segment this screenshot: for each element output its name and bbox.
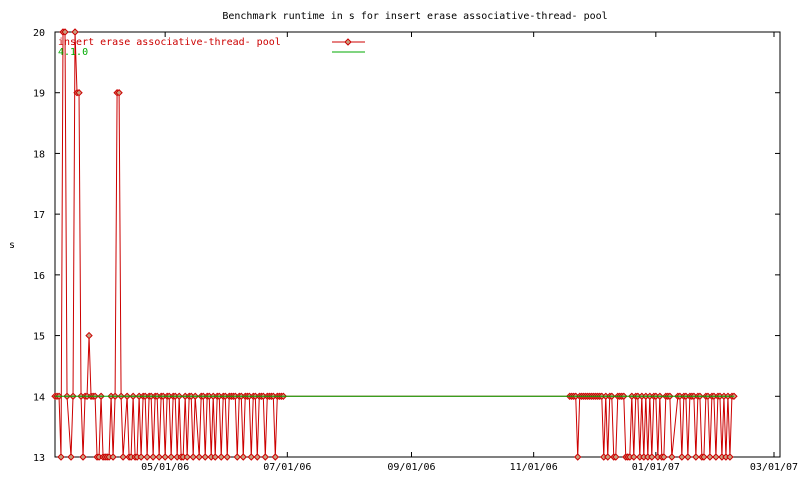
data-point — [57, 453, 65, 461]
data-point — [261, 453, 269, 461]
x-tick-label: 05/01/06 — [141, 462, 189, 473]
y-tick-label: 14 — [33, 392, 45, 403]
y-tick-label: 19 — [33, 89, 45, 100]
data-point — [201, 453, 209, 461]
data-point — [668, 453, 676, 461]
y-tick-label: 16 — [33, 271, 45, 282]
chart-canvas: Benchmark runtime in s for insert erase … — [9, 11, 798, 473]
data-point — [271, 453, 280, 461]
data-point — [253, 453, 261, 461]
data-point — [119, 453, 127, 461]
data-point — [712, 453, 720, 461]
chart-title: Benchmark runtime in s for insert erase … — [222, 11, 607, 22]
data-point — [79, 453, 87, 461]
benchmark-chart: Benchmark runtime in s for insert erase … — [0, 0, 800, 480]
x-tick-label: 11/01/06 — [510, 462, 558, 473]
y-tick-label: 20 — [33, 28, 45, 39]
data-point — [85, 331, 93, 340]
x-tick-label: 03/01/07 — [750, 462, 798, 473]
data-point — [109, 453, 117, 461]
legend-label-1: 4.1.0 — [58, 47, 88, 58]
y-tick-label: 17 — [33, 210, 45, 221]
data-point — [726, 453, 734, 461]
data-point — [604, 453, 612, 461]
data-point — [648, 453, 656, 461]
data-point — [71, 28, 79, 36]
data-point — [161, 453, 169, 461]
data-point — [223, 453, 231, 461]
data-point — [183, 453, 191, 461]
data-point — [67, 453, 75, 461]
x-tick-label: 07/01/06 — [263, 462, 311, 473]
data-point — [247, 453, 255, 461]
data-point — [239, 453, 247, 461]
data-point — [684, 453, 692, 461]
data-point — [189, 453, 197, 461]
data-point — [155, 453, 163, 461]
data-point — [217, 453, 225, 461]
y-tick-label: 13 — [33, 453, 45, 464]
data-point — [630, 453, 638, 461]
x-tick-label: 01/01/07 — [632, 462, 680, 473]
data-point — [195, 453, 203, 461]
legend-label-0: insert erase associative-thread- pool — [58, 37, 281, 48]
legend-marker-0 — [344, 38, 352, 46]
x-tick-label: 09/01/06 — [387, 462, 435, 473]
data-point — [692, 453, 700, 461]
legend: insert erase associative-thread- pool4.1… — [58, 37, 365, 58]
data-point — [149, 453, 157, 461]
data-point — [233, 453, 241, 461]
data-point — [137, 453, 145, 461]
data-point — [678, 453, 686, 461]
data-point — [211, 453, 219, 461]
y-tick-label: 15 — [33, 332, 45, 343]
series-layer — [51, 28, 738, 461]
data-point — [574, 453, 582, 461]
y-tick-label: 18 — [33, 149, 45, 160]
data-point — [143, 453, 151, 461]
data-point — [706, 453, 714, 461]
data-point — [167, 453, 175, 461]
y-axis-label: s — [9, 240, 15, 251]
